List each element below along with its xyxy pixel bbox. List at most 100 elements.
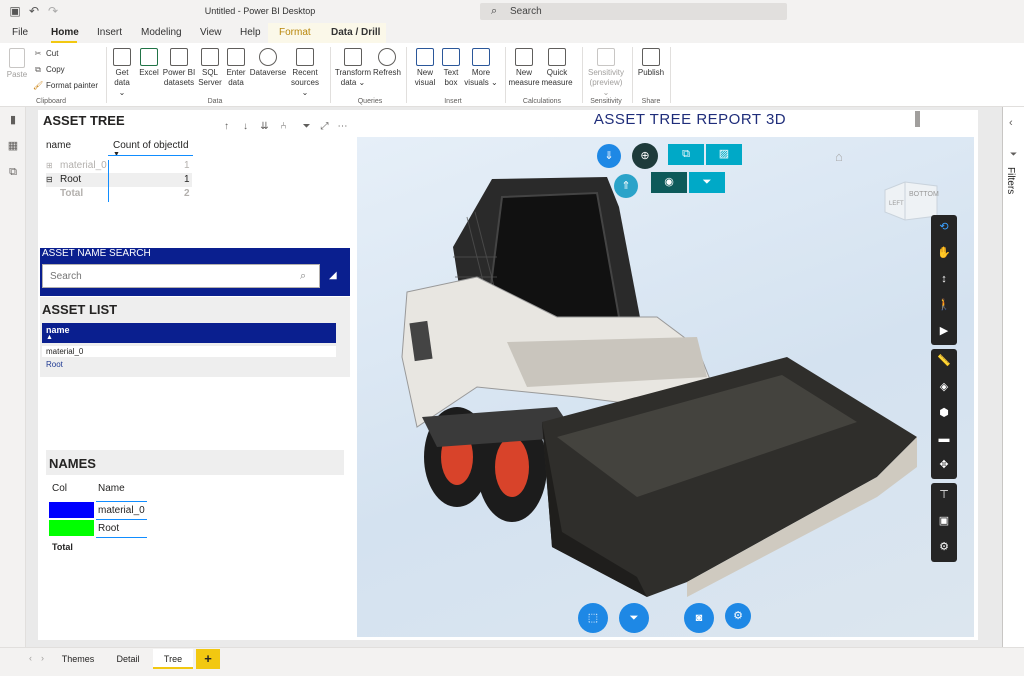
sql-server-button[interactable]: SQL Server [198,48,222,88]
format-painter-button[interactable]: 🖌 Format painter [33,81,98,90]
paste-button[interactable]: Paste [5,48,29,80]
tab-data-drill[interactable]: Data / Drill [331,27,380,38]
zoom-tool[interactable]: ↕ [931,267,957,292]
filters-pane[interactable]: ‹ ⏷ Filters [1002,107,1024,647]
chevron-left-icon[interactable]: ‹ [1009,117,1013,129]
camera-icon: ◙ [695,612,703,624]
names-visual[interactable]: NAMES Col Name material_0 Root Total [46,450,344,565]
col-underline [108,155,193,156]
enter-data-button[interactable]: Enter data [224,48,248,88]
names-row-name[interactable]: Root [98,523,119,534]
global-search-input[interactable]: ⌕ Search [480,3,787,20]
list-item[interactable]: material_0 [42,346,336,357]
col-header-count[interactable]: Count of objectId [113,140,189,151]
camera-tool[interactable]: ▶ [931,319,957,344]
drill-down-icon[interactable]: ↓ [239,120,252,133]
tab-insert[interactable]: Insert [97,27,122,38]
excel-button[interactable]: Excel [137,48,161,78]
save-icon[interactable]: ▣ [8,4,22,18]
chevron-left-icon[interactable]: ‹ [29,653,32,663]
eraser-icon[interactable]: ◢ [329,270,337,281]
redo-icon[interactable]: ↷ [46,4,60,18]
list-item[interactable]: Root [42,359,336,370]
more-visuals-button[interactable]: More visuals ⌄ [464,48,498,88]
asset-tree-visual[interactable]: ASSET TREE ↑ ↓ ⇊ ⑃ ⏷ ⤢ ⋯ name Count of o… [40,110,350,245]
pattern-button[interactable]: ▨ [706,144,742,165]
chevron-right-icon[interactable]: › [41,653,44,663]
expand-all-icon[interactable]: ⇊ [258,120,271,133]
text-box-button[interactable]: Text box [439,48,463,88]
col-header-name[interactable]: name [46,140,71,151]
data-view-icon[interactable]: ▦ [6,140,20,152]
publish-button[interactable]: Publish [636,48,666,78]
copy-view-button[interactable]: ⧉ [668,144,704,165]
sensitivity-button[interactable]: Sensitivity (preview) ⌄ [586,48,626,98]
undo-icon[interactable]: ↶ [27,4,41,18]
walk-tool[interactable]: 🚶 [931,293,957,318]
home-icon[interactable]: ⌂ [835,149,843,164]
power-bi-datasets-button[interactable]: Power BI datasets [162,48,196,88]
ribbon-separator [505,47,506,103]
measure-tool[interactable]: 📏 [931,349,957,374]
visibility-button[interactable]: ◉ [651,172,687,193]
new-visual-button[interactable]: New visual [412,48,438,88]
pan-tool[interactable]: ✋ [931,241,957,266]
cut-button[interactable]: ✂ Cut [33,49,59,58]
asset-list-header[interactable]: name ▲ [42,323,336,343]
section-tool[interactable]: ✥ [931,453,957,478]
tab-view[interactable]: View [200,27,222,38]
skid-steer-model[interactable] [357,137,974,637]
asset-list-visual[interactable]: ASSET LIST name ▲ material_0 Root [40,297,350,377]
page-tab-themes[interactable]: Themes [54,649,102,669]
tab-format[interactable]: Format [279,27,311,38]
tab-file[interactable]: File [12,27,28,38]
recent-sources-button[interactable]: Recent sources ⌄ [287,48,323,98]
collapse-icon[interactable]: ⊟ [46,175,53,184]
properties-tool[interactable]: ▣ [931,509,957,534]
isolate-up-button[interactable]: ⇑ [614,174,638,198]
viewer-settings-button[interactable]: ⚙ [725,603,751,629]
focus-mode-icon[interactable]: ⤢ [318,120,331,133]
structure-tool[interactable]: ⊤ [931,483,957,508]
filter-icon[interactable]: ⏷ [300,120,313,133]
screenshot-button[interactable]: ◙ [684,603,714,633]
tree-row[interactable]: ⊟ Root 1 [46,173,192,187]
isolate-down-button[interactable]: ⇓ [597,144,621,168]
model-browser-tool[interactable]: ⬢ [931,401,957,426]
clear-filter-button[interactable]: ⏷ [619,603,649,633]
more-options-icon[interactable]: ⋯ [336,120,349,133]
dataverse-button[interactable]: Dataverse [249,48,287,78]
report-view-icon[interactable]: ▮ [6,114,20,126]
scroll-handle[interactable] [915,111,920,127]
settings-tool[interactable]: ⚙ [931,535,957,560]
center-view-button[interactable]: ⊕ [632,143,658,169]
names-col-header-col[interactable]: Col [52,483,67,494]
new-measure-button[interactable]: New measure [508,48,540,88]
expand-icon[interactable]: ⊞ [46,161,53,170]
box-select-button[interactable]: ⬚ [578,603,608,633]
tab-help[interactable]: Help [240,27,261,38]
orbit-tool[interactable]: ⟲ [931,215,957,240]
page-tab-detail[interactable]: Detail [106,649,150,669]
names-row-name[interactable]: material_0 [98,505,145,516]
3d-viewer[interactable]: ⇓ ⊕ ⇑ ⧉ ▨ ◉ ⏷ ⌂ ⬚ ⏷ ◙ ⚙ [357,137,974,637]
explode-tool[interactable]: ◈ [931,375,957,400]
drill-up-icon[interactable]: ↑ [220,120,233,133]
transform-data-button[interactable]: Transform data ⌄ [334,48,372,88]
hierarchy-icon[interactable]: ⑃ [277,120,290,133]
model-view-icon[interactable]: ⧉ [6,166,20,178]
tab-modeling[interactable]: Modeling [141,27,182,38]
get-data-button[interactable]: Get data ⌄ [110,48,134,98]
asset-search-input[interactable] [42,264,320,288]
properties-icon: ▣ [938,515,950,527]
add-page-button[interactable]: + [196,649,220,669]
viewer-filter-button[interactable]: ⏷ [689,172,725,193]
names-col-header-name[interactable]: Name [98,483,125,494]
quick-measure-button[interactable]: Quick measure [541,48,573,88]
tree-row[interactable]: ⊞ material_0 1 [46,160,192,173]
refresh-button[interactable]: Refresh [372,48,402,78]
folder-tool[interactable]: ▬ [931,427,957,452]
copy-button[interactable]: ⧉ Copy [33,65,65,75]
tab-home[interactable]: Home [51,27,79,38]
page-tab-tree[interactable]: Tree [153,649,193,669]
